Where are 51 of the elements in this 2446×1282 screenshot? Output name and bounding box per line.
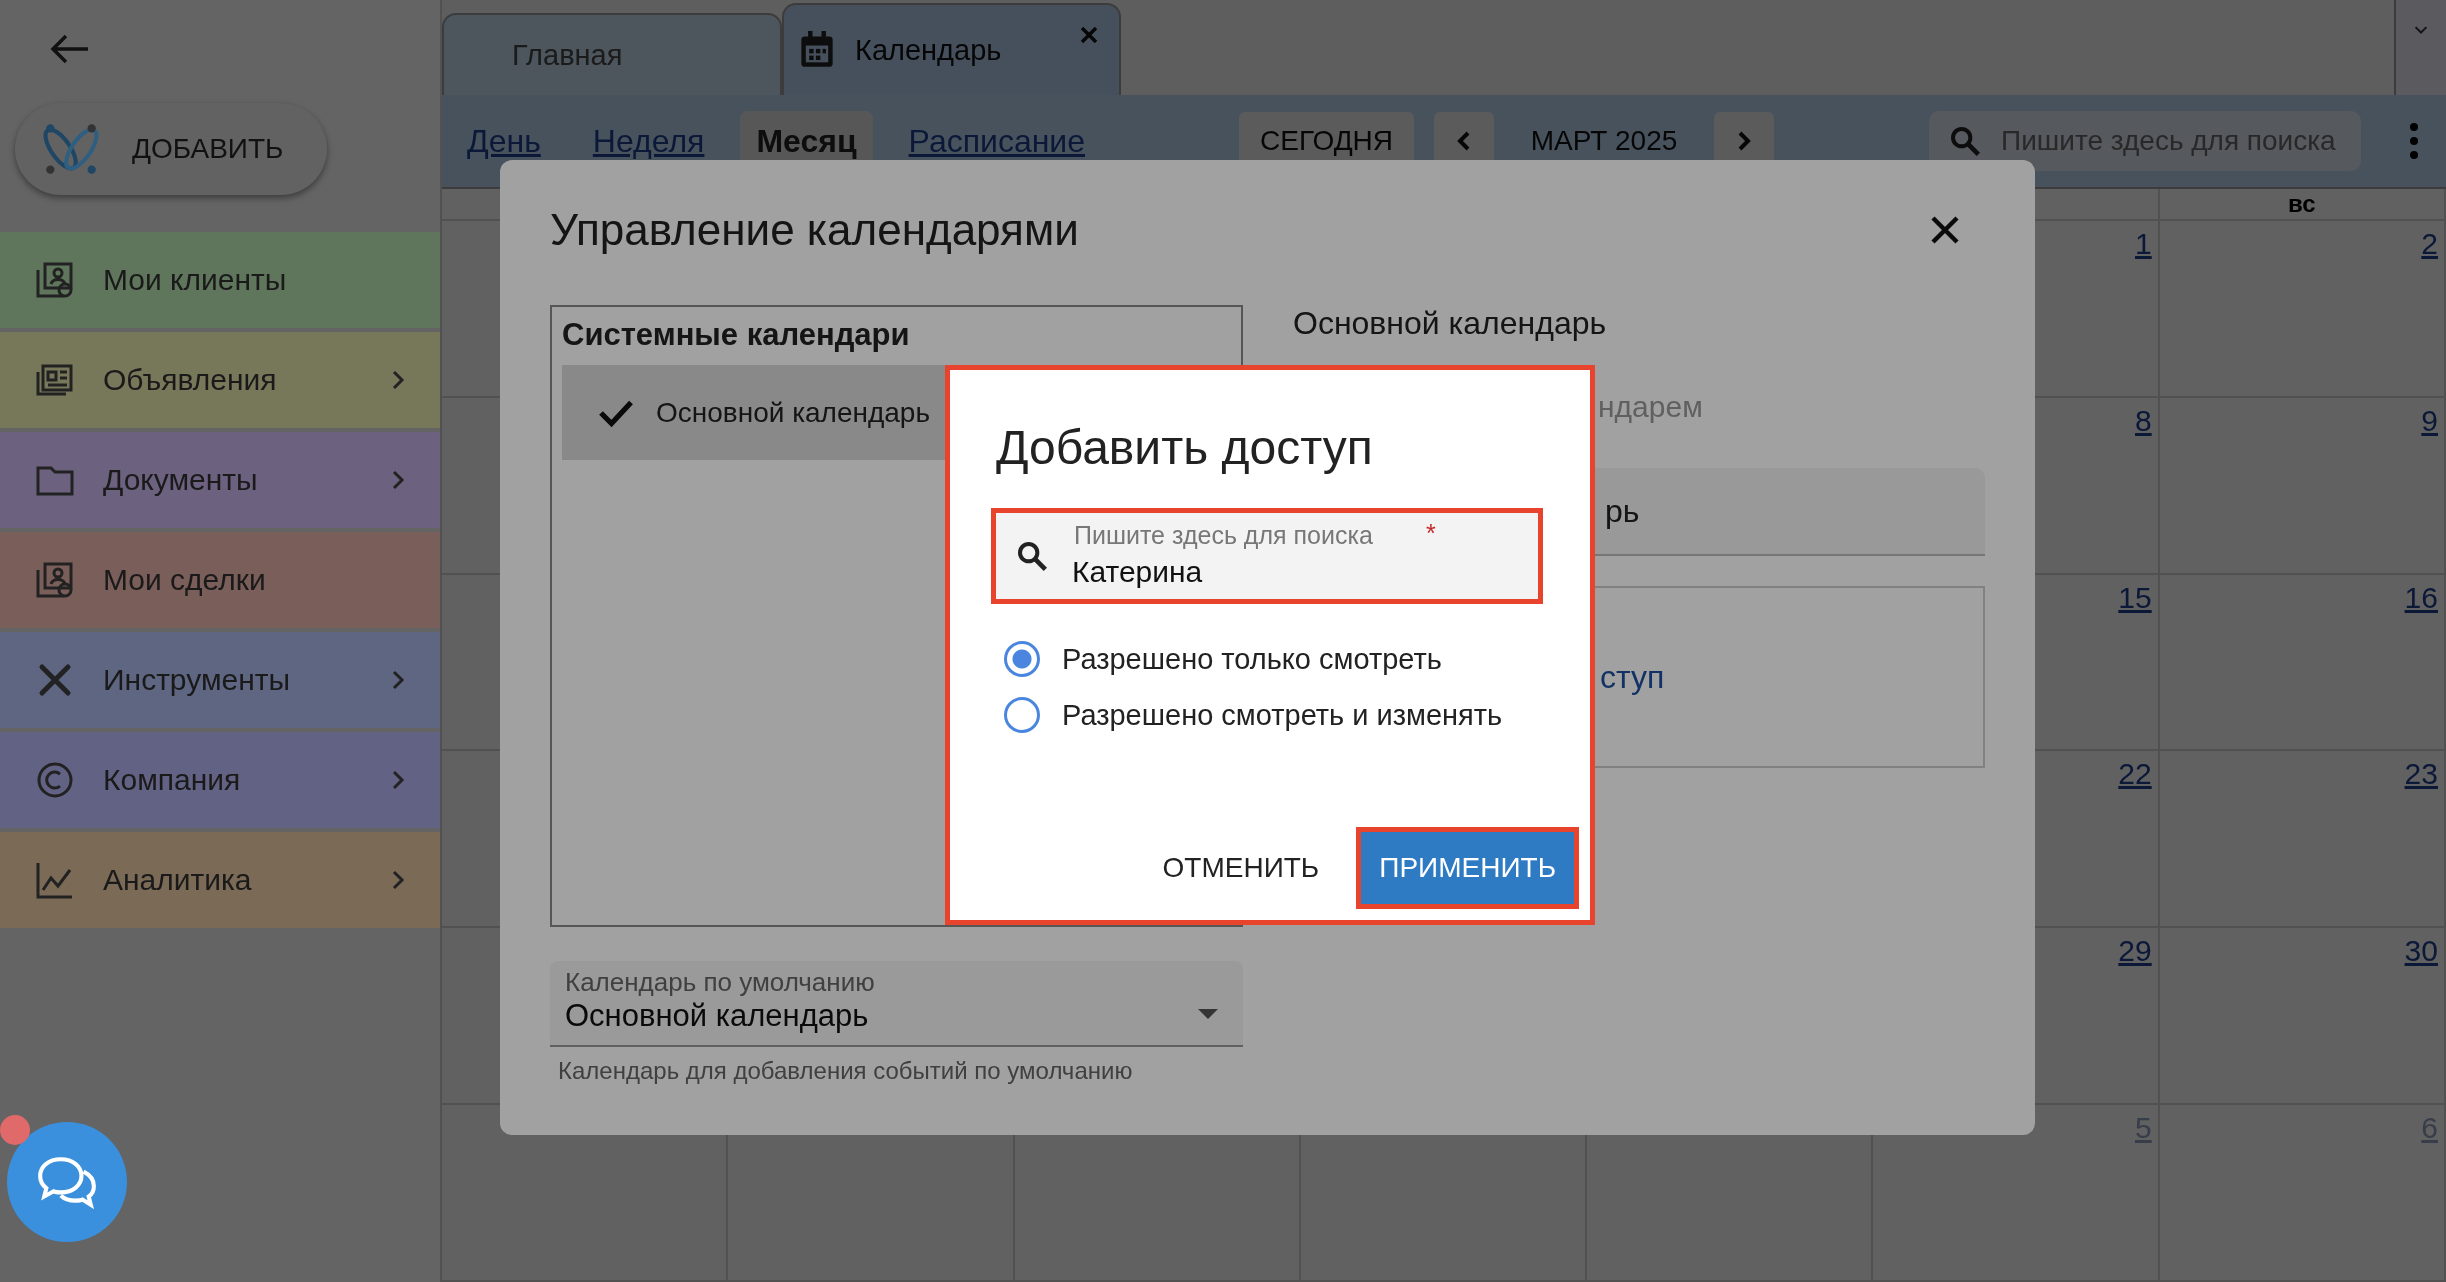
sidebar-item[interactable]: Объявления <box>0 332 440 428</box>
add-button[interactable]: ДОБАВИТЬ <box>15 103 327 195</box>
sidebar-item[interactable]: Мои клиенты <box>0 232 440 328</box>
copyright-icon <box>35 760 75 800</box>
tab[interactable]: Календарь <box>782 3 1121 95</box>
sidebar-item[interactable]: Мои сделки <box>0 532 440 628</box>
permission-option[interactable]: Разрешено смотреть и изменять <box>1004 697 1550 733</box>
sidebar-item[interactable]: Аналитика <box>0 832 440 928</box>
chevron-right-icon <box>391 469 405 491</box>
search-icon <box>1016 540 1048 572</box>
column-header: вс <box>2159 189 2446 221</box>
chat-bubbles-icon <box>36 1155 98 1209</box>
day-number[interactable]: 22 <box>2118 757 2152 792</box>
sidebar-item[interactable]: Инструменты <box>0 632 440 728</box>
day-number[interactable]: 9 <box>2421 403 2438 438</box>
day-number[interactable]: 2 <box>2421 227 2438 261</box>
subtitle-text: ндарем <box>1598 390 1703 425</box>
sidebar-item[interactable]: Документы <box>0 432 440 528</box>
helper-text: Календарь для добавления событий по умолчанию <box>558 1057 1134 1085</box>
chevron-left-icon <box>1457 130 1471 152</box>
chevron-right-icon <box>391 369 405 391</box>
tab[interactable]: Главная <box>442 13 782 95</box>
dropdown-caret-icon <box>1198 1009 1218 1019</box>
calendar-icon <box>799 31 835 69</box>
permission-option[interactable]: Разрешено только смотреть <box>1004 641 1550 677</box>
person-card-icon <box>35 560 75 600</box>
default-calendar-select[interactable]: Календарь по умолчанию Основной календарь <box>550 961 1243 1047</box>
calendar-name: Основной календарь <box>1293 305 1608 342</box>
chevron-right-icon <box>391 669 405 691</box>
close-icon[interactable] <box>1930 215 1960 245</box>
chevron-right-icon <box>391 769 405 791</box>
back-arrow-icon[interactable] <box>50 33 90 65</box>
day-number[interactable]: 30 <box>2404 934 2438 969</box>
chevron-right-icon <box>1737 130 1751 152</box>
chart-icon <box>35 860 75 900</box>
day-number[interactable]: 16 <box>2404 580 2438 615</box>
modal-title: Управление календарями <box>550 205 1079 255</box>
day-number[interactable]: 23 <box>2404 757 2438 792</box>
day-number[interactable]: 29 <box>2118 934 2152 969</box>
add-access-link[interactable]: ступ <box>1600 658 1665 696</box>
day-number[interactable]: 1 <box>2135 227 2152 261</box>
required-mark: * <box>1426 519 1436 548</box>
sidebar-item[interactable]: Компания <box>0 732 440 828</box>
day-number[interactable]: 15 <box>2118 580 2152 615</box>
day-number[interactable]: 8 <box>2135 403 2152 438</box>
more-icon[interactable] <box>2409 121 2419 161</box>
person-card-icon <box>35 260 75 300</box>
period-label: МАРТ 2025 <box>1529 125 1679 157</box>
cancel-button[interactable]: ОТМЕНИТЬ <box>1150 832 1332 904</box>
panel-heading: Системные календари <box>562 317 911 353</box>
chevron-right-icon <box>391 869 405 891</box>
